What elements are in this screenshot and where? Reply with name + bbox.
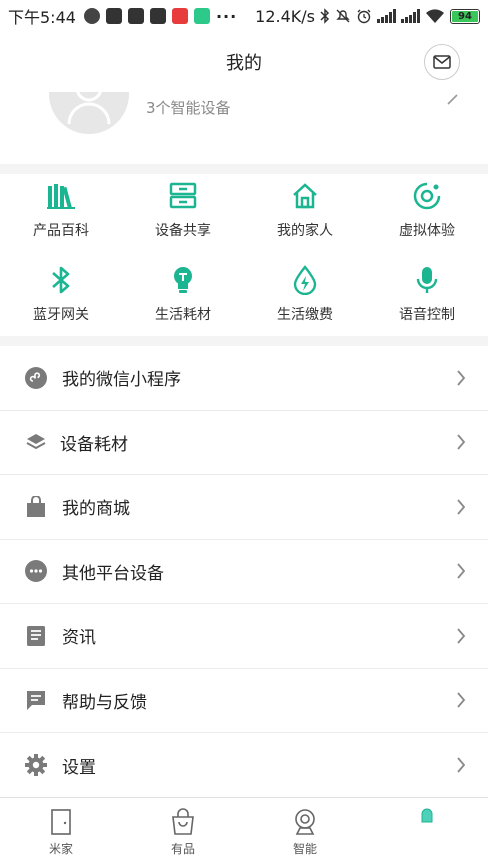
bag-icon [172,808,194,835]
grid-item-label: 产品百科 [33,223,89,239]
profile-active-icon [421,808,433,823]
signal-icon [377,9,396,23]
nav-tab-mijia[interactable]: 米家 [0,798,122,866]
feature-grid: 产品百科 设备共享 我的家人 虚拟体验 蓝牙网关 生活耗材 生活缴费 语音控制 [0,172,488,336]
nav-tab-label: 米家 [48,842,73,856]
grid-item-bluetooth-gateway[interactable]: 蓝牙网关 [0,256,122,336]
chevron-right-icon [457,692,466,708]
menu-item-label: 其他平台设备 [62,563,164,584]
news-icon [27,625,45,646]
app-notification-icon [171,8,188,24]
app-notification-icon [83,8,100,24]
message-button[interactable] [424,44,460,80]
gear-icon [25,754,47,777]
page-title: 我的 [226,53,262,74]
grid-item-label: 虚拟体验 [399,223,455,239]
grid-item-consumables[interactable]: 生活耗材 [122,256,244,336]
drop-bolt-icon [293,265,317,295]
nav-tab-profile[interactable] [366,798,488,866]
grid-item-label: 设备共享 [155,223,211,239]
nav-tab-label: 智能 [292,842,317,856]
camera-icon [295,809,315,835]
more-notifications-icon: ··· [215,6,238,26]
grid-item-label: 语音控制 [399,307,455,323]
default-avatar-icon [67,92,111,125]
menu-item-label: 帮助与反馈 [62,692,147,713]
chevron-right-icon [457,757,466,773]
mute-icon [336,9,350,23]
bluetooth-icon [52,266,70,294]
chevron-right-icon [457,499,466,515]
nav-tab-smart[interactable]: 智能 [244,798,366,866]
profile-section[interactable]: 3个智能设备 [0,92,488,164]
grid-item-voice-control[interactable]: 语音控制 [366,256,488,336]
message-icon [149,8,166,24]
home-icon [293,183,317,209]
menu-item-settings[interactable]: 设置 [0,733,488,798]
edit-icon[interactable] [446,92,460,106]
mail-icon [433,55,451,69]
menu-item-label: 我的微信小程序 [62,370,181,391]
nav-tab-youpin[interactable]: 有品 [122,798,244,866]
grid-item-bill-payment[interactable]: 生活缴费 [244,256,366,336]
grid-item-label: 蓝牙网关 [33,307,89,323]
microphone-icon [416,267,438,293]
menu-item-my-mall[interactable]: 我的商城 [0,475,488,540]
grid-item-label: 生活耗材 [155,307,211,323]
layers-icon [26,434,46,450]
signal-icon [401,9,420,23]
grid-item-label: 我的家人 [277,223,333,239]
menu-item-help-feedback[interactable]: 帮助与反馈 [0,669,488,733]
status-bar: 下午5:44 ··· 12.4K/s 94 [0,0,488,32]
device-count: 3个智能设备 [146,99,231,117]
nav-tab-label: 有品 [170,842,195,856]
cabinet-icon [169,182,197,209]
menu-item-label: 我的商城 [62,499,130,520]
app-notification-icon [105,8,122,24]
bulb-icon [174,267,192,293]
grid-item-product-wiki[interactable]: 产品百科 [0,172,122,256]
alarm-icon [357,9,371,24]
menu-item-label: 设置 [62,757,96,778]
feedback-icon [27,691,45,711]
grid-item-device-share[interactable]: 设备共享 [122,172,244,256]
menu-item-device-consumables[interactable]: 设备耗材 [0,411,488,475]
menu-item-other-platform-devices[interactable]: 其他平台设备 [0,540,488,604]
chevron-right-icon [457,434,466,450]
battery-level: 94 [452,10,478,22]
wifi-icon [426,9,444,23]
target-icon [413,182,441,210]
net-speed: 12.4K/s [255,6,315,26]
status-time: 下午5:44 [8,8,76,27]
books-icon [47,184,75,209]
message-icon [127,8,144,24]
battery-icon: 94 [450,8,480,24]
section-divider [0,336,488,346]
header: 我的 [0,32,488,92]
notification-icons [83,8,210,24]
bottom-nav: 米家 有品 智能 [0,797,488,866]
menu-list: 我的微信小程序 设备耗材 我的商城 其他平台设备 资讯 帮助与反馈 设置 [0,346,488,798]
door-icon [51,809,71,835]
bluetooth-status-icon [320,8,330,24]
shopping-bag-icon [27,495,45,517]
grid-item-virtual-experience[interactable]: 虚拟体验 [366,172,488,256]
more-dots-icon [25,560,47,583]
mini-program-icon [25,366,47,389]
menu-item-label: 设备耗材 [60,434,128,455]
menu-item-news[interactable]: 资讯 [0,604,488,669]
menu-item-label: 资讯 [62,628,96,649]
chevron-right-icon [457,628,466,644]
grid-item-label: 生活缴费 [277,307,333,323]
avatar[interactable] [49,92,129,134]
grid-item-my-family[interactable]: 我的家人 [244,172,366,256]
app-notification-icon [193,8,210,24]
chevron-right-icon [457,370,466,386]
menu-item-wechat-mini-program[interactable]: 我的微信小程序 [0,346,488,411]
chevron-right-icon [457,563,466,579]
